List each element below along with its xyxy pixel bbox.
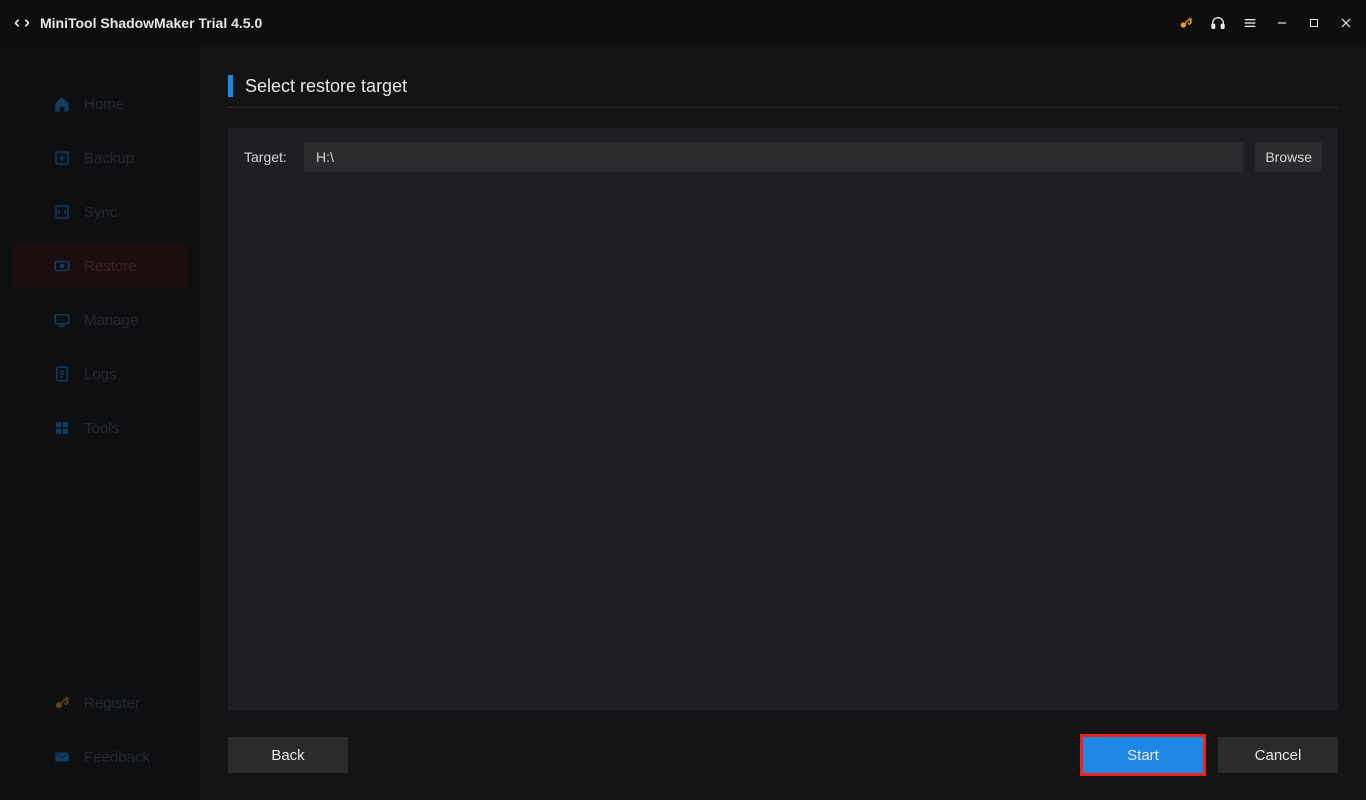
manage-icon xyxy=(52,310,72,330)
restore-icon xyxy=(52,256,72,276)
sidebar: Home Backup Sync Restore Manage xyxy=(0,45,200,800)
minimize-icon[interactable] xyxy=(1274,15,1290,31)
menu-icon[interactable] xyxy=(1242,15,1258,31)
app-logo-icon xyxy=(12,13,32,33)
sidebar-item-label: Restore xyxy=(84,258,137,275)
sidebar-item-label: Feedback xyxy=(84,749,150,766)
tools-icon xyxy=(52,418,72,438)
sidebar-item-restore[interactable]: Restore xyxy=(12,243,188,289)
key-icon[interactable] xyxy=(1178,15,1194,31)
title-bar: MiniTool ShadowMaker Trial 4.5.0 xyxy=(0,0,1366,45)
logs-icon xyxy=(52,364,72,384)
start-button[interactable]: Start xyxy=(1083,737,1203,773)
heading-bar-icon xyxy=(228,75,233,97)
sidebar-item-label: Tools xyxy=(84,420,119,437)
sidebar-item-label: Home xyxy=(84,96,124,113)
sidebar-item-feedback[interactable]: Feedback xyxy=(12,734,188,780)
close-icon[interactable] xyxy=(1338,15,1354,31)
sidebar-item-manage[interactable]: Manage xyxy=(12,297,188,343)
sidebar-item-label: Logs xyxy=(84,366,117,383)
mail-icon xyxy=(52,747,72,767)
sidebar-item-label: Sync xyxy=(84,204,117,221)
sidebar-item-tools[interactable]: Tools xyxy=(12,405,188,451)
sidebar-item-label: Register xyxy=(84,695,140,712)
cancel-button[interactable]: Cancel xyxy=(1218,737,1338,773)
target-panel: Target: Browse xyxy=(228,128,1338,710)
target-input[interactable] xyxy=(304,142,1243,172)
headset-icon[interactable] xyxy=(1210,15,1226,31)
target-label: Target: xyxy=(244,149,292,165)
target-row: Target: Browse xyxy=(244,142,1322,172)
heading-row: Select restore target xyxy=(228,75,1338,108)
page-title: Select restore target xyxy=(245,76,407,97)
back-button[interactable]: Back xyxy=(228,737,348,773)
key-icon xyxy=(52,693,72,713)
sidebar-item-home[interactable]: Home xyxy=(12,81,188,127)
sidebar-item-sync[interactable]: Sync xyxy=(12,189,188,235)
app-title: MiniTool ShadowMaker Trial 4.5.0 xyxy=(40,15,262,31)
content: Select restore target Target: Browse Bac… xyxy=(200,45,1366,800)
footer-buttons: Back Start Cancel xyxy=(228,734,1338,776)
main: Home Backup Sync Restore Manage xyxy=(0,45,1366,800)
sidebar-item-label: Backup xyxy=(84,150,134,167)
sync-icon xyxy=(52,202,72,222)
maximize-icon[interactable] xyxy=(1306,15,1322,31)
sidebar-item-label: Manage xyxy=(84,312,138,329)
sidebar-item-register[interactable]: Register xyxy=(12,680,188,726)
home-icon xyxy=(52,94,72,114)
start-highlight-icon: Start xyxy=(1080,734,1206,776)
sidebar-item-logs[interactable]: Logs xyxy=(12,351,188,397)
backup-icon xyxy=(52,148,72,168)
sidebar-item-backup[interactable]: Backup xyxy=(12,135,188,181)
browse-button[interactable]: Browse xyxy=(1255,142,1322,172)
